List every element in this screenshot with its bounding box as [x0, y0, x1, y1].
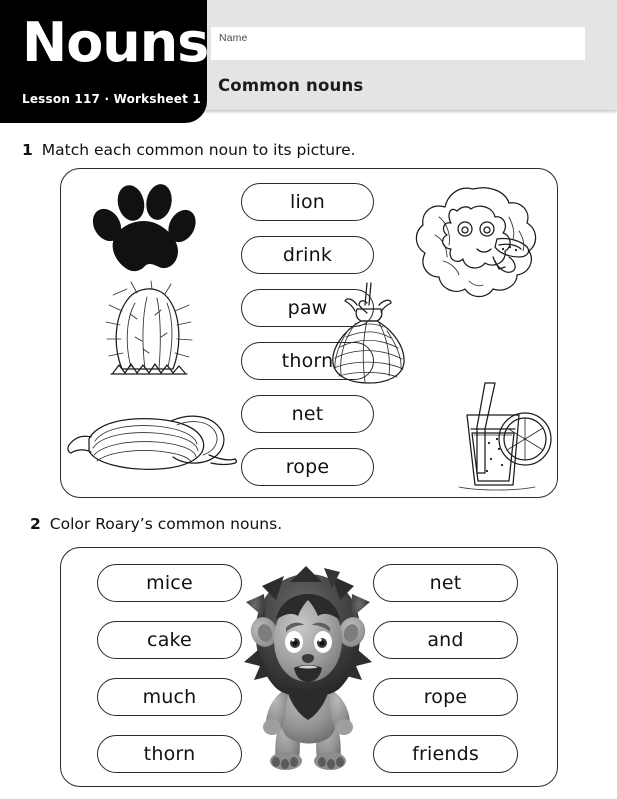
instruction-1: 1 Match each common noun to its picture. — [22, 141, 356, 159]
word-pill-much[interactable]: much — [97, 678, 242, 716]
name-field[interactable]: Name — [211, 27, 585, 60]
word-pill-net[interactable]: net — [241, 395, 374, 433]
word-pill-mice[interactable]: mice — [97, 564, 242, 602]
title-block: Nouns Lesson 117 · Worksheet 1 — [0, 0, 209, 123]
paw-print-image — [89, 181, 199, 279]
instruction-2: 2 Color Roary’s common nouns. — [30, 515, 282, 533]
exercise-box-1: lion drink paw thorn net rope — [60, 168, 558, 498]
page-title: Nouns — [22, 11, 209, 74]
word-pill-and[interactable]: and — [373, 621, 518, 659]
exercise-box-2: mice cake much thorn net and rope friend… — [60, 547, 558, 787]
word-pill-thorn-2[interactable]: thorn — [97, 735, 242, 773]
word-pill-net-2[interactable]: net — [373, 564, 518, 602]
drink-glass-image — [439, 377, 552, 492]
instruction-text-1: Match each common noun to its picture. — [41, 141, 356, 159]
word-pill-rope-2[interactable]: rope — [373, 678, 518, 716]
word-pill-drink[interactable]: drink — [241, 236, 374, 274]
lion-head-image — [413, 183, 545, 303]
word-pill-lion[interactable]: lion — [241, 183, 374, 221]
word-pill-rope[interactable]: rope — [241, 448, 374, 486]
rope-coil-image — [67, 407, 238, 479]
lesson-worksheet-label: Lesson 117 · Worksheet 1 — [22, 92, 201, 106]
word-pill-cake[interactable]: cake — [97, 621, 242, 659]
roary-lion-mascot — [228, 566, 388, 771]
exercise-number-2: 2 — [30, 515, 41, 533]
instruction-text-2: Color Roary’s common nouns. — [49, 515, 283, 533]
name-label: Name — [219, 32, 248, 44]
cactus-thorn-image — [97, 280, 199, 381]
exercise-number-1: 1 — [22, 141, 33, 159]
section-title: Common nouns — [218, 76, 364, 95]
word-pill-friends[interactable]: friends — [373, 735, 518, 773]
net-bag-image — [323, 281, 413, 386]
